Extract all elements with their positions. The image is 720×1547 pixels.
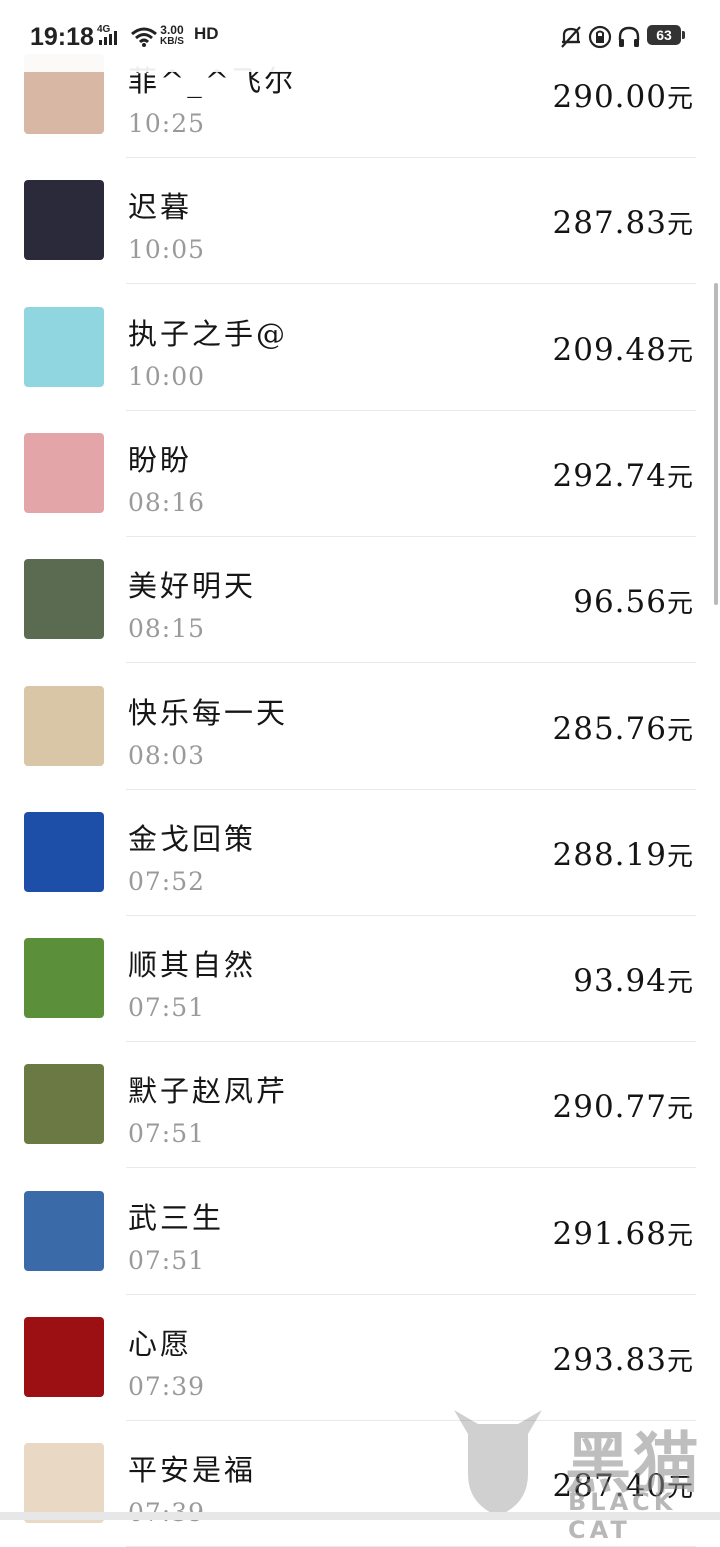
amount-unit: 元 [666, 841, 694, 872]
amount-value: 285.76 [552, 710, 667, 747]
item-time: 08:16 [128, 487, 206, 517]
amount-unit: 元 [666, 462, 694, 493]
amount-value: 209.48 [552, 331, 667, 368]
avatar[interactable] [24, 1190, 104, 1271]
amount-value: 291.68 [552, 1215, 667, 1252]
amount-unit: 元 [666, 715, 694, 746]
amount-value: 293.83 [552, 1342, 667, 1378]
headphones-icon [618, 26, 640, 47]
amount-value: 290.00 [552, 79, 667, 115]
amount-unit: 元 [666, 1347, 694, 1377]
item-time: 10:25 [128, 109, 206, 138]
battery-indicator: 63 [647, 25, 685, 45]
item-time: 07:51 [128, 993, 206, 1023]
list-item[interactable]: 美好明天 08:15 96.56元 [0, 537, 720, 664]
amount-value: 287.83 [552, 205, 667, 242]
avatar[interactable] [24, 938, 104, 1019]
amount-unit: 元 [666, 336, 694, 367]
avatar[interactable] [24, 685, 104, 766]
contact-name: 美好明天 [128, 569, 257, 604]
hd-label: HD [194, 24, 219, 43]
contact-name: 心愿 [128, 1327, 193, 1361]
avatar[interactable] [24, 1064, 104, 1145]
bottom-bar [0, 1512, 720, 1520]
speed-unit: KB/S [160, 36, 184, 47]
avatar[interactable] [24, 306, 104, 387]
contact-name: 金戈回策 [128, 821, 257, 856]
amount-unit: 元 [666, 968, 694, 999]
item-amount: 291.68元 [553, 1215, 695, 1252]
status-bar: 19:18 4G 3.00 KB/S HD 63 [0, 0, 720, 72]
contact-name: 快乐每一天 [128, 695, 289, 730]
item-amount: 290.77元 [553, 1088, 695, 1125]
item-amount: 287.83元 [553, 204, 695, 241]
list-item[interactable]: 心愿 07:39 293.83元 [0, 1295, 720, 1421]
list-item[interactable]: 顺其自然 07:51 93.94元 [0, 916, 720, 1043]
amount-value: 292.74 [552, 457, 667, 494]
list-item[interactable]: 默子赵凤芹 07:51 290.77元 [0, 1042, 720, 1169]
scrollbar[interactable] [714, 283, 718, 605]
avatar[interactable] [24, 180, 104, 261]
contact-name: 迟暮 [128, 190, 193, 225]
avatar[interactable] [24, 432, 104, 513]
item-amount: 290.00元 [553, 78, 695, 115]
item-amount: 288.19元 [553, 836, 695, 873]
amount-unit: 元 [666, 210, 694, 241]
contact-name: 执子之手@ [128, 316, 289, 351]
amount-unit: 元 [666, 84, 694, 114]
rotation-lock-icon [588, 25, 612, 49]
speed-value: 3.00 [160, 23, 184, 37]
amount-unit: 元 [666, 589, 694, 620]
mute-bell-icon [561, 26, 581, 48]
contact-name: 武三生 [128, 1200, 225, 1235]
contact-name: 平安是福 [128, 1453, 257, 1488]
item-time: 07:51 [128, 1245, 206, 1275]
amount-value: 288.19 [552, 836, 667, 873]
signal-icon [99, 29, 117, 45]
amount-unit: 元 [666, 1220, 694, 1251]
avatar[interactable] [24, 811, 104, 892]
contact-name: 顺其自然 [128, 948, 257, 983]
amount-value: 96.56 [573, 584, 667, 621]
contact-name: 默子赵凤芹 [128, 1074, 289, 1109]
item-amount: 93.94元 [573, 962, 694, 999]
item-time: 10:05 [128, 235, 206, 265]
item-time: 10:00 [128, 361, 206, 391]
amount-value: 290.77 [552, 1089, 667, 1126]
list-item[interactable]: 盼盼 08:16 292.74元 [0, 411, 720, 537]
item-amount: 96.56元 [573, 583, 694, 620]
wifi-icon [131, 27, 157, 47]
item-time: 08:03 [128, 740, 206, 770]
item-amount: 293.83元 [553, 1341, 695, 1378]
avatar[interactable] [24, 1317, 104, 1397]
item-amount: 209.48元 [553, 331, 695, 368]
list-item[interactable]: 武三生 07:51 291.68元 [0, 1169, 720, 1295]
network-speed: 3.00 KB/S [160, 24, 184, 48]
item-amount: 285.76元 [553, 710, 695, 747]
item-time: 07:51 [128, 1119, 206, 1149]
list-item[interactable]: 快乐每一天 08:03 285.76元 [0, 664, 720, 790]
status-time: 19:18 [30, 23, 94, 51]
list-item[interactable]: 金戈回策 07:52 288.19元 [0, 790, 720, 916]
list-item[interactable]: 执子之手@ 10:00 209.48元 [0, 285, 720, 411]
avatar[interactable] [24, 559, 104, 640]
amount-unit: 元 [666, 1094, 694, 1125]
amount-value: 93.94 [573, 963, 667, 1000]
item-time: 07:52 [128, 866, 206, 896]
item-amount: 292.74元 [553, 457, 695, 494]
list-item[interactable]: 迟暮 10:05 287.83元 [0, 158, 720, 285]
contact-name: 盼盼 [128, 442, 193, 477]
item-time: 07:39 [128, 1372, 206, 1401]
item-time: 08:15 [128, 614, 206, 644]
